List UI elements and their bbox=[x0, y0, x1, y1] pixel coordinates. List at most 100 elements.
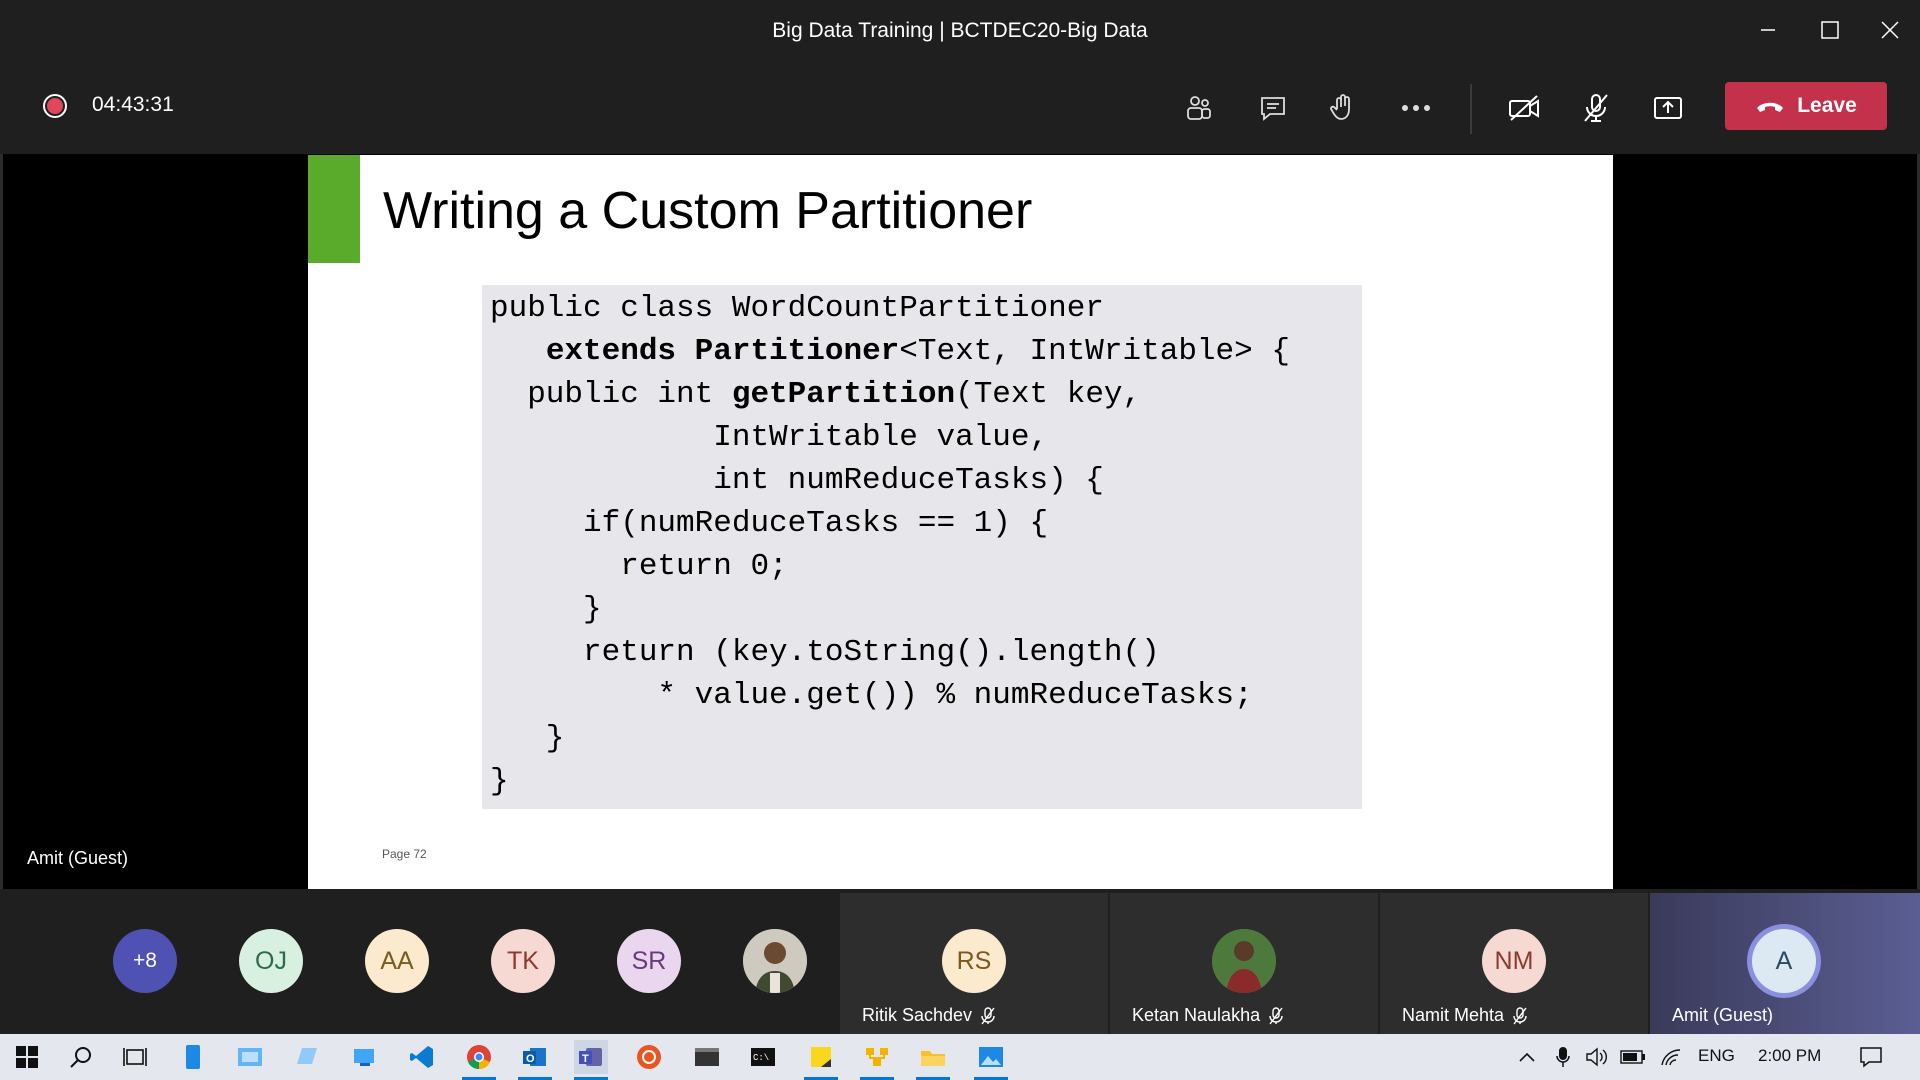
task-view-button[interactable] bbox=[118, 1040, 152, 1074]
title-bar: Big Data Training | BCTDEC20-Big Data bbox=[0, 0, 1920, 60]
participant-name: Namit Mehta bbox=[1402, 1005, 1505, 1025]
taskbar-app[interactable] bbox=[290, 1040, 324, 1074]
participant-tile[interactable]: RS Ritik Sachdev bbox=[840, 893, 1108, 1034]
mic-toggle-button[interactable] bbox=[1570, 82, 1622, 134]
search-icon bbox=[70, 1047, 91, 1068]
taskbar-app[interactable] bbox=[632, 1040, 666, 1074]
participant-avatar[interactable]: SR bbox=[617, 929, 681, 993]
participant-avatar: NM bbox=[1482, 929, 1546, 993]
hang-up-icon bbox=[1757, 102, 1784, 112]
outlook-icon: O bbox=[523, 1048, 546, 1066]
participant-avatar[interactable]: AA bbox=[365, 929, 429, 993]
language-indicator[interactable]: ENG bbox=[1698, 1046, 1735, 1066]
maximize-button[interactable] bbox=[1800, 0, 1860, 60]
microphone-icon bbox=[1556, 1047, 1570, 1067]
taskbar-app[interactable] bbox=[690, 1040, 724, 1074]
taskbar-app[interactable] bbox=[176, 1040, 210, 1074]
more-participants-button[interactable]: +8 bbox=[113, 929, 177, 993]
taskbar-app[interactable]: T bbox=[574, 1040, 608, 1080]
search-button[interactable] bbox=[64, 1040, 98, 1074]
photos-icon bbox=[979, 1047, 1003, 1067]
windows-taskbar: O T C:\ ENG 2:00 PM bbox=[0, 1034, 1920, 1080]
chevron-up-icon bbox=[1519, 1052, 1535, 1062]
mic-off-icon bbox=[1584, 94, 1608, 122]
code-line: extends Partitioner<Text, IntWritable> { bbox=[545, 334, 1290, 369]
taskbar-app[interactable] bbox=[860, 1040, 894, 1080]
battery-icon bbox=[1620, 1050, 1645, 1064]
muted-mic-icon bbox=[1269, 1006, 1283, 1024]
minimize-button[interactable] bbox=[1738, 0, 1798, 60]
taskbar-app[interactable]: C:\ bbox=[746, 1040, 780, 1074]
notifications-button[interactable] bbox=[1854, 1040, 1888, 1074]
leave-label: Leave bbox=[1797, 94, 1857, 117]
ubuntu-icon bbox=[637, 1045, 661, 1069]
svg-text:O: O bbox=[526, 1053, 535, 1065]
slide-accent-bar bbox=[308, 155, 360, 263]
toolbar-divider bbox=[1470, 84, 1472, 134]
people-icon bbox=[1187, 96, 1211, 120]
participant-tile-active-speaker[interactable]: A Amit (Guest) bbox=[1650, 893, 1920, 1034]
meeting-timer: 04:43:31 bbox=[92, 93, 174, 116]
taskbar-app[interactable] bbox=[405, 1040, 439, 1074]
participant-photo-avatar[interactable] bbox=[743, 929, 807, 993]
camera-off-icon bbox=[1509, 95, 1539, 121]
code-block: public class WordCountPartitioner extend… bbox=[482, 285, 1362, 809]
taskbar-app[interactable] bbox=[462, 1040, 496, 1080]
presentation-slide: Writing a Custom Partitioner public clas… bbox=[308, 155, 1613, 889]
taskbar-app[interactable] bbox=[974, 1040, 1008, 1080]
share-icon bbox=[1654, 97, 1682, 119]
meeting-controls-bar: 04:43:31 Leave bbox=[0, 60, 1920, 154]
participants-button[interactable] bbox=[1173, 82, 1225, 134]
phone-app-icon bbox=[186, 1045, 200, 1069]
vscode-icon bbox=[410, 1046, 433, 1068]
file-explorer-icon bbox=[921, 1051, 945, 1066]
raise-hand-button[interactable] bbox=[1317, 82, 1369, 134]
battery-button[interactable] bbox=[1616, 1040, 1650, 1074]
taskbar-app[interactable] bbox=[348, 1040, 382, 1074]
code-line: public int getPartition(Text key, bbox=[490, 377, 1142, 412]
participant-avatar[interactable]: OJ bbox=[239, 929, 303, 993]
participant-name: Ketan Naulakha bbox=[1132, 1005, 1261, 1025]
code-line: return (key.toString().length() bbox=[490, 635, 1160, 670]
svg-text:T: T bbox=[582, 1053, 589, 1065]
network-app-icon bbox=[354, 1049, 374, 1066]
notes-app-icon bbox=[297, 1048, 317, 1064]
close-button[interactable] bbox=[1860, 0, 1920, 60]
code-line: return 0; bbox=[490, 549, 788, 584]
speaker-icon bbox=[1586, 1047, 1607, 1067]
participant-tile[interactable]: NM Namit Mehta bbox=[1380, 893, 1648, 1034]
taskbar-app[interactable]: O bbox=[518, 1040, 552, 1080]
chat-button[interactable] bbox=[1247, 82, 1299, 134]
volume-button[interactable] bbox=[1580, 1040, 1614, 1074]
microphone-tray-button[interactable] bbox=[1546, 1040, 1580, 1074]
recording-indicator-icon bbox=[43, 94, 67, 118]
svg-text:C:\: C:\ bbox=[753, 1053, 769, 1063]
presenter-name-label: Amit (Guest) bbox=[27, 848, 129, 868]
code-line: } bbox=[490, 721, 565, 756]
more-actions-button[interactable] bbox=[1390, 82, 1442, 134]
control-panel-icon bbox=[238, 1048, 262, 1066]
taskbar-clock[interactable]: 2:00 PM bbox=[1758, 1046, 1821, 1066]
taskbar-app[interactable] bbox=[916, 1040, 950, 1080]
code-line: IntWritable value, bbox=[490, 420, 1049, 455]
maximize-icon bbox=[1821, 21, 1839, 39]
slide-title: Writing a Custom Partitioner bbox=[383, 182, 1033, 240]
taskbar-app[interactable] bbox=[804, 1040, 838, 1080]
chat-icon bbox=[1261, 97, 1285, 121]
start-button[interactable] bbox=[10, 1040, 44, 1074]
taskbar-app[interactable] bbox=[233, 1040, 267, 1074]
cmd-icon: C:\ bbox=[751, 1048, 775, 1066]
camera-toggle-button[interactable] bbox=[1498, 82, 1550, 134]
action-center-icon bbox=[1860, 1047, 1882, 1068]
participant-tile[interactable]: Ketan Naulakha bbox=[1110, 893, 1378, 1034]
code-text: public class WordCountPartitioner extend… bbox=[490, 287, 1290, 803]
wifi-button[interactable] bbox=[1654, 1040, 1688, 1074]
sticky-notes-icon bbox=[811, 1047, 831, 1067]
slide-page-number: Page 72 bbox=[382, 847, 427, 861]
share-screen-button[interactable] bbox=[1642, 82, 1694, 134]
participant-strip: +8 OJ AA TK SR RS Ritik Sachdev Ketan Na… bbox=[0, 889, 1920, 1034]
show-hidden-icons-button[interactable] bbox=[1510, 1040, 1544, 1074]
wifi-icon bbox=[1661, 1049, 1681, 1066]
participant-avatar[interactable]: TK bbox=[491, 929, 555, 993]
leave-button[interactable]: Leave bbox=[1725, 82, 1887, 130]
